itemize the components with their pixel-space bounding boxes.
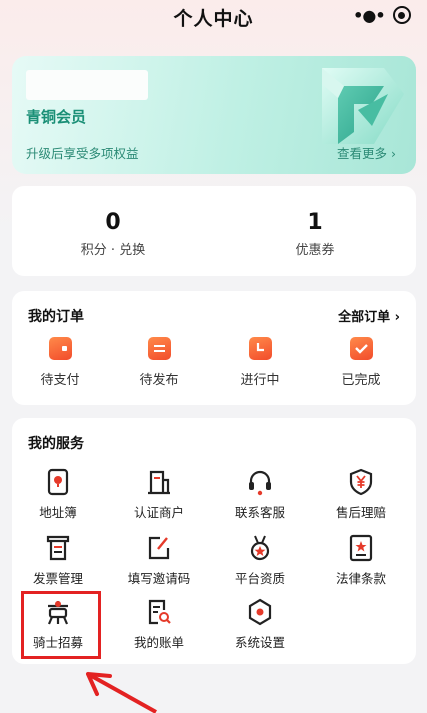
service-label: 发票管理 <box>32 571 83 586</box>
coupons-value: 1 <box>307 210 323 235</box>
service-invite-code[interactable]: 填写邀请码 <box>109 534 209 587</box>
highlight-box <box>21 591 101 659</box>
all-orders-link[interactable]: 全部订单 › <box>338 306 400 325</box>
wallet-icon <box>48 337 72 360</box>
mini-program-capsule: •●• <box>349 4 415 26</box>
nav-bar: 个人中心 •●• <box>0 0 427 42</box>
clock-icon <box>248 337 272 360</box>
coupons-label: 优惠券 <box>295 243 335 258</box>
shield-yen-icon <box>349 468 373 496</box>
stats-card: 0 积分 · 兑换 1 优惠券 <box>12 186 416 276</box>
list-icon <box>147 337 171 360</box>
edit-icon <box>148 536 170 560</box>
points-stat[interactable]: 0 积分 · 兑换 <box>12 186 214 276</box>
pointer-arrow-icon <box>86 672 157 713</box>
service-invoice[interactable]: 发票管理 <box>8 534 108 587</box>
medal-icon <box>250 535 270 561</box>
service-label: 地址簿 <box>39 505 77 520</box>
member-benefit-text: 升级后享受多项权益 <box>26 146 139 161</box>
service-system-settings[interactable]: 系统设置 <box>210 598 310 651</box>
service-my-bills[interactable]: 我的账单 <box>109 598 209 651</box>
service-label: 售后理赔 <box>335 505 386 520</box>
service-label: 我的账单 <box>133 635 184 650</box>
bill-search-icon <box>148 599 171 625</box>
order-label: 已完成 <box>341 373 381 388</box>
service-legal-terms[interactable]: 法律条款 <box>311 534 411 587</box>
order-pending-payment[interactable]: 待支付 <box>20 337 100 388</box>
order-label: 待发布 <box>139 373 179 388</box>
settings-icon <box>248 598 272 626</box>
coupons-stat[interactable]: 1 优惠券 <box>214 186 416 276</box>
service-label: 联系客服 <box>234 505 285 520</box>
invoice-icon <box>46 535 70 561</box>
order-to-publish[interactable]: 待发布 <box>119 337 199 388</box>
service-platform-qualification[interactable]: 平台资质 <box>210 534 310 587</box>
close-target-icon[interactable] <box>392 6 411 24</box>
service-customer-support[interactable]: 联系客服 <box>210 468 310 521</box>
service-label: 认证商户 <box>133 505 184 520</box>
orders-card: 我的订单 全部订单 › 待支付 待发布 进行中 已完成 <box>12 291 416 405</box>
member-level: 青铜会员 <box>26 108 87 126</box>
service-address-book[interactable]: 地址簿 <box>8 468 108 521</box>
points-label: 积分 · 兑换 <box>80 243 146 258</box>
service-label: 填写邀请码 <box>127 571 191 586</box>
member-card[interactable]: 青铜会员 升级后享受多项权益 查看更多 › <box>12 56 416 174</box>
service-label: 系统设置 <box>234 635 285 650</box>
user-name-redacted <box>26 70 148 100</box>
order-completed[interactable]: 已完成 <box>321 337 401 388</box>
law-doc-icon <box>349 534 373 562</box>
service-after-sales[interactable]: 售后理赔 <box>311 468 411 521</box>
order-in-progress[interactable]: 进行中 <box>220 337 300 388</box>
order-label: 进行中 <box>240 373 280 388</box>
merchant-icon <box>148 470 170 495</box>
service-label: 法律条款 <box>335 571 386 586</box>
headset-icon <box>249 470 271 496</box>
orders-title: 我的订单 <box>28 309 84 325</box>
check-icon <box>349 337 373 360</box>
address-book-icon <box>47 468 69 496</box>
more-icon[interactable]: •●• <box>353 6 385 25</box>
service-certified-merchant[interactable]: 认证商户 <box>109 468 209 521</box>
points-value: 0 <box>105 210 121 235</box>
order-label: 待支付 <box>40 373 80 388</box>
services-title: 我的服务 <box>28 436 84 452</box>
service-label: 平台资质 <box>234 571 285 586</box>
bronze-badge-icon <box>322 68 404 144</box>
